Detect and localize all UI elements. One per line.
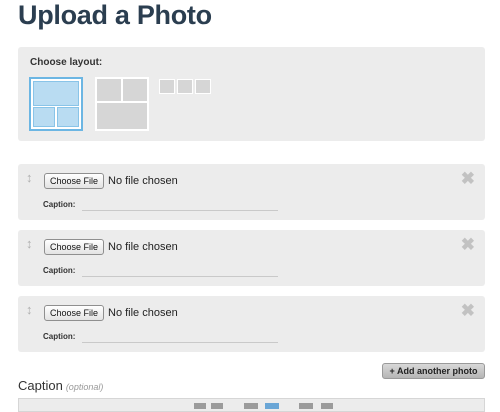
toolbar-icon[interactable] — [321, 403, 333, 409]
photo-upload-row: ↕ Choose File No file chosen ✖ Caption: — [18, 296, 485, 352]
photo-upload-row: ↕ Choose File No file chosen ✖ Caption: — [18, 164, 485, 220]
close-icon[interactable]: ✖ — [461, 170, 475, 187]
layout-option-strip[interactable] — [159, 79, 211, 94]
choose-file-button[interactable]: Choose File — [44, 239, 105, 255]
caption-label: Caption: — [43, 266, 76, 275]
page-title: Upload a Photo — [18, 0, 212, 30]
toolbar-icon[interactable] — [265, 403, 279, 409]
layout-cell — [159, 79, 175, 94]
file-status: No file chosen — [108, 175, 178, 187]
layout-cell — [123, 79, 147, 101]
drag-handle-icon[interactable]: ↕ — [26, 171, 33, 184]
layout-cell — [177, 79, 193, 94]
optional-note: (optional) — [65, 382, 104, 392]
layout-cell — [33, 81, 79, 106]
caption-label: Caption: — [43, 200, 76, 209]
toolbar-icon[interactable] — [299, 403, 313, 409]
layout-option-grid[interactable] — [95, 77, 149, 131]
drag-handle-icon[interactable]: ↕ — [26, 237, 33, 250]
caption-section-heading: Caption (optional) — [18, 378, 103, 393]
layout-label: Choose layout: — [30, 57, 103, 68]
drag-handle-icon[interactable]: ↕ — [26, 303, 33, 316]
choose-file-button[interactable]: Choose File — [44, 173, 105, 189]
file-status: No file chosen — [108, 307, 178, 319]
layout-cell — [57, 107, 79, 127]
caption-input[interactable] — [82, 342, 278, 343]
editor-toolbar — [18, 398, 485, 412]
caption-heading-text: Caption — [18, 378, 63, 393]
file-status: No file chosen — [108, 241, 178, 253]
layout-cell — [97, 79, 121, 101]
choose-file-button[interactable]: Choose File — [44, 305, 105, 321]
photo-upload-row: ↕ Choose File No file chosen ✖ Caption: — [18, 230, 485, 286]
layout-cell — [33, 107, 55, 127]
toolbar-icon[interactable] — [244, 403, 258, 409]
toolbar-icon[interactable] — [211, 403, 223, 409]
layout-chooser: Choose layout: — [18, 47, 485, 141]
layout-option-large-top[interactable] — [29, 77, 83, 131]
layout-cell — [97, 103, 147, 129]
caption-input[interactable] — [82, 276, 278, 277]
layout-cell — [195, 79, 211, 94]
close-icon[interactable]: ✖ — [461, 302, 475, 319]
close-icon[interactable]: ✖ — [461, 236, 475, 253]
caption-input[interactable] — [82, 210, 278, 211]
add-another-photo-button[interactable]: + Add another photo — [382, 363, 485, 379]
toolbar-icon[interactable] — [194, 403, 206, 409]
caption-label: Caption: — [43, 332, 76, 341]
